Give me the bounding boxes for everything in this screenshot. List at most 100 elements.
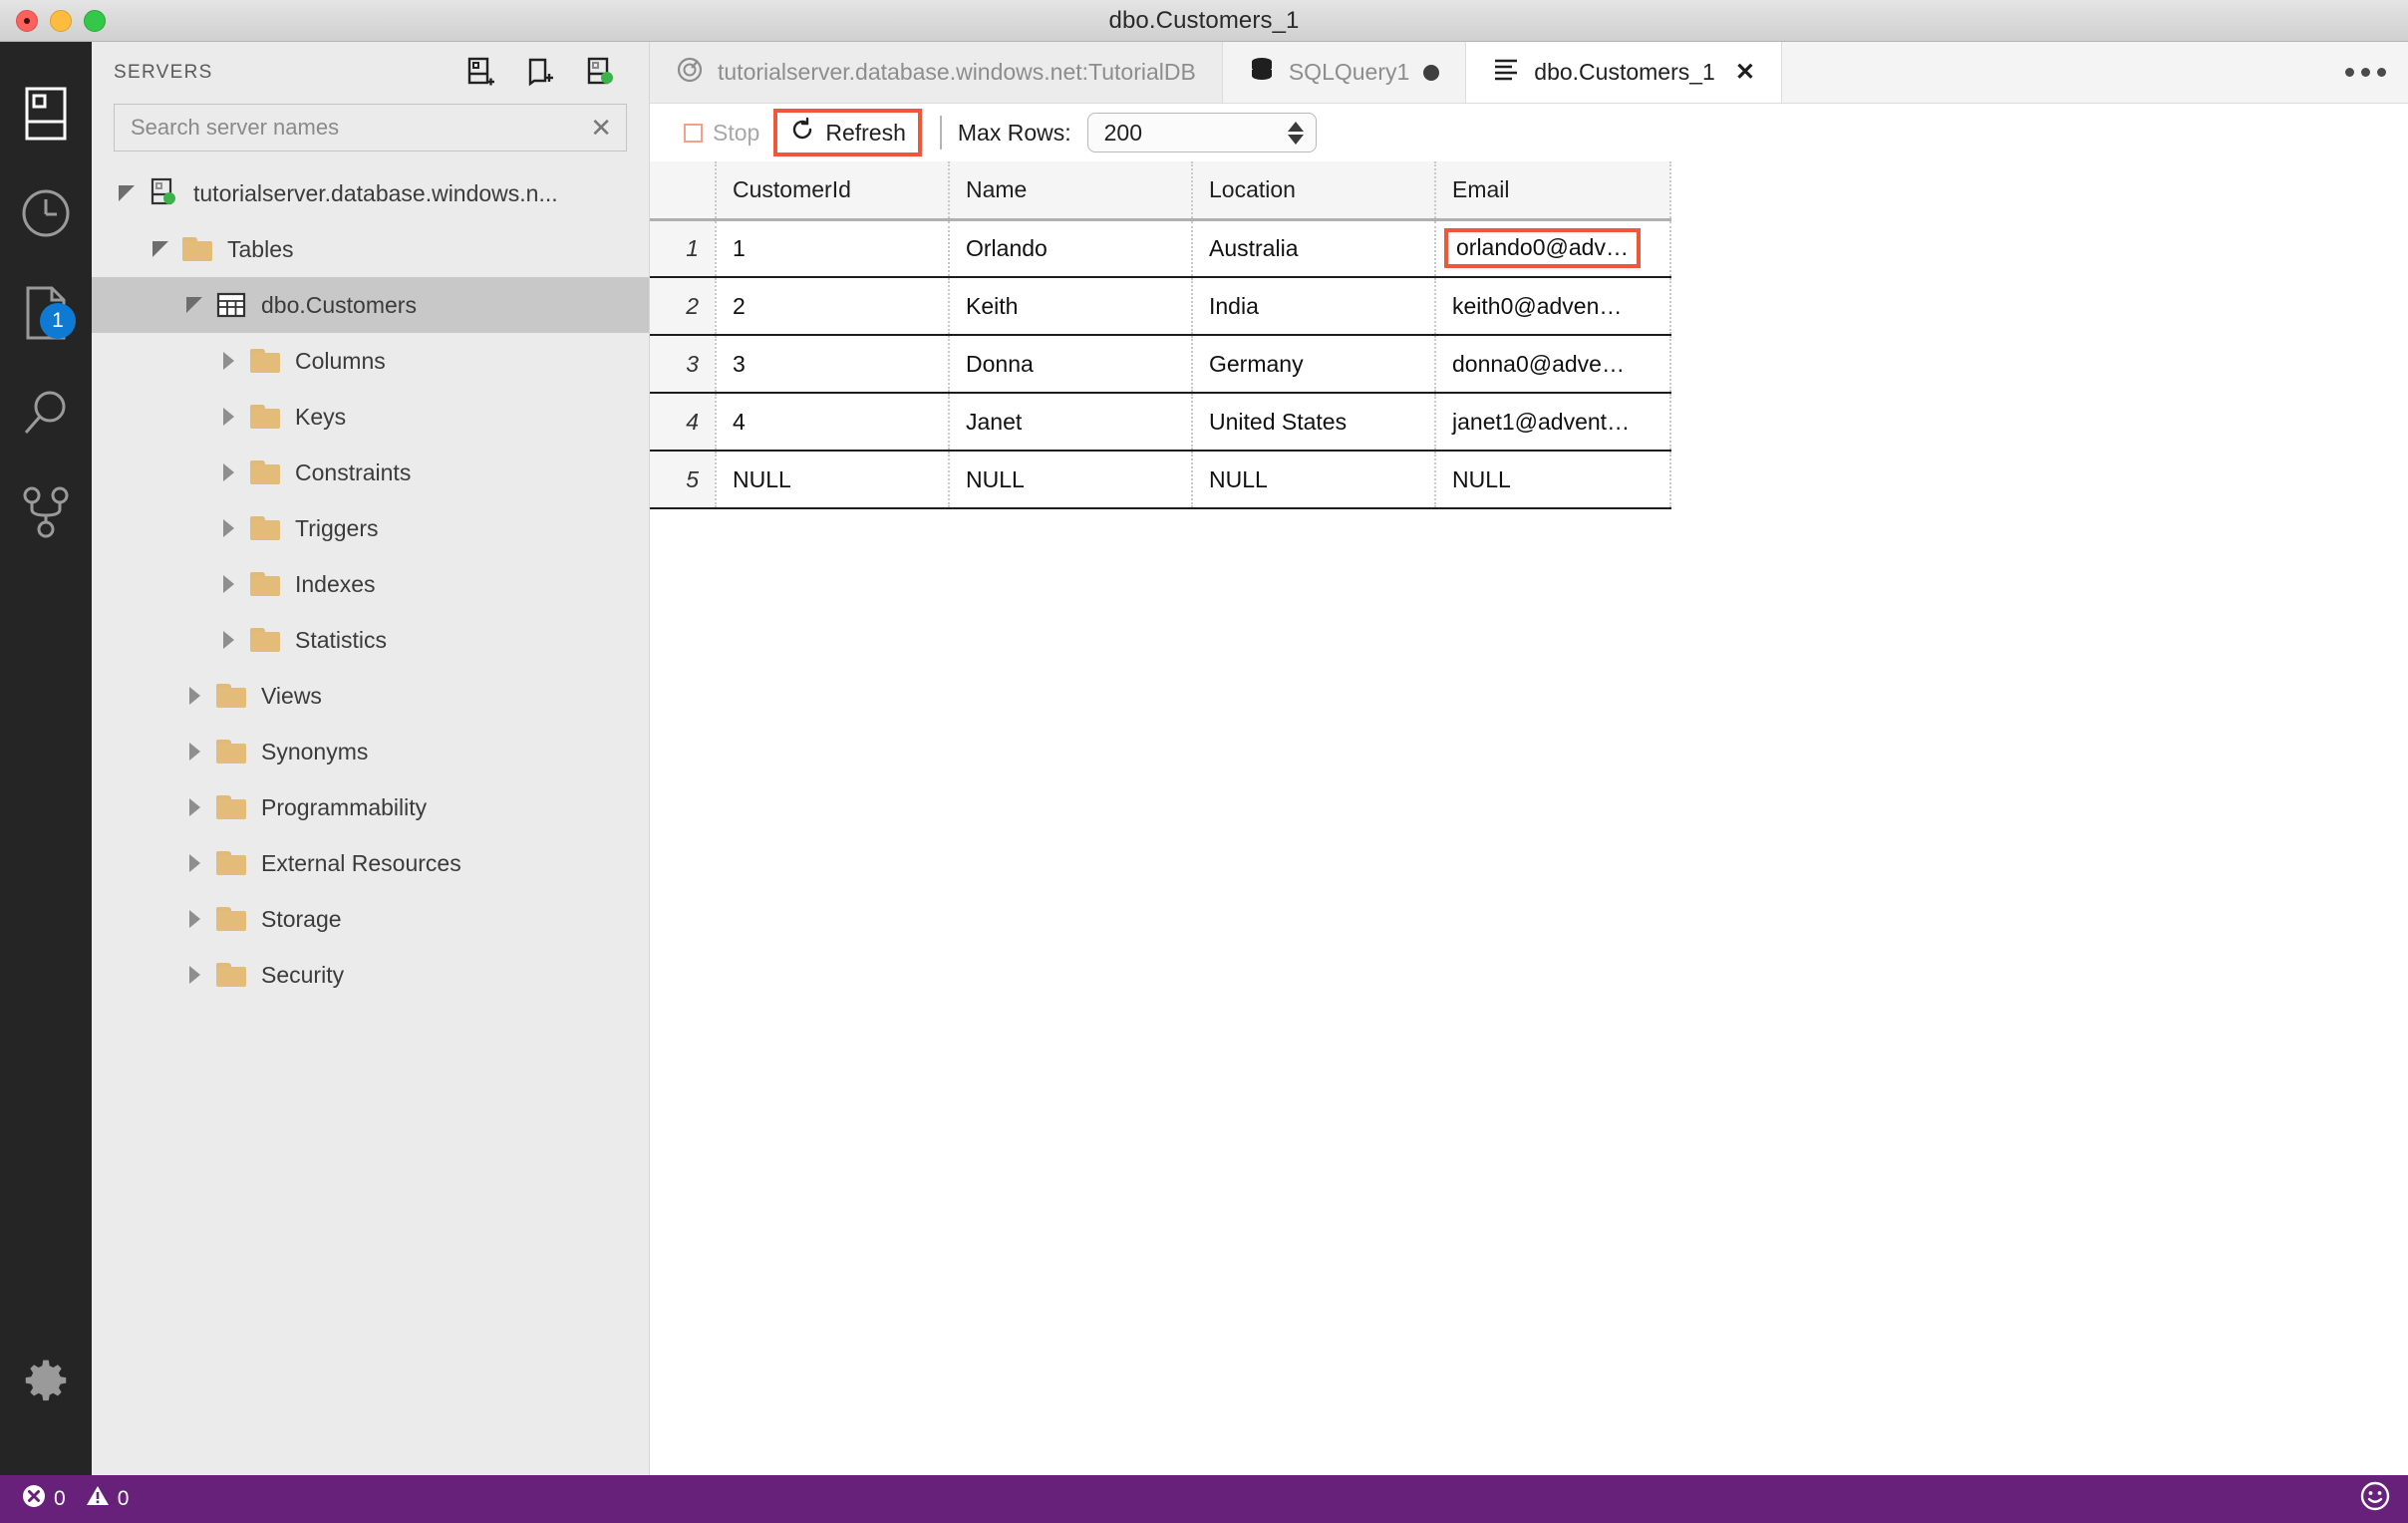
table-row[interactable]: 3 3 Donna Germany donna0@adve… [650, 335, 1671, 394]
chevron-right-icon[interactable] [211, 631, 245, 649]
row-number[interactable]: 4 [650, 393, 717, 452]
tree-item-label: Columns [295, 347, 386, 374]
smiley-icon[interactable] [2360, 1481, 2390, 1517]
tree-item-constraints[interactable]: Constraints [92, 445, 649, 500]
grid-column-header[interactable]: Location [1192, 161, 1436, 221]
new-server-group-icon[interactable] [525, 58, 555, 88]
chevron-right-icon[interactable] [211, 519, 245, 537]
tree-item-triggers[interactable]: Triggers [92, 500, 649, 556]
grid-cell[interactable]: orlando0@adv… [1435, 219, 1671, 278]
more-actions-icon[interactable] [2345, 68, 2386, 77]
clear-search-icon[interactable]: ✕ [582, 115, 612, 141]
tab-dbo-customers-1[interactable]: dbo.Customers_1 ✕ [1466, 42, 1782, 103]
refresh-button[interactable]: Refresh [773, 109, 922, 156]
folder-icon [245, 628, 285, 652]
chevron-down-icon[interactable] [144, 241, 177, 257]
grid-cell[interactable]: 3 [716, 335, 950, 394]
activity-item-history[interactable] [0, 163, 92, 263]
activity-item-source-control[interactable] [0, 462, 92, 562]
tree-item-indexes[interactable]: Indexes [92, 556, 649, 612]
tree-item-programmability[interactable]: Programmability [92, 779, 649, 835]
grid-cell[interactable]: NULL [1192, 451, 1436, 509]
chevron-right-icon[interactable] [211, 408, 245, 426]
row-number[interactable]: 5 [650, 451, 717, 509]
chevron-down-icon[interactable] [177, 297, 211, 313]
activity-item-tasks[interactable]: 1 [0, 263, 92, 363]
chevron-right-icon[interactable] [177, 743, 211, 761]
tree-item-security[interactable]: Security [92, 947, 649, 1003]
tree-item-keys[interactable]: Keys [92, 389, 649, 445]
grid-column-header[interactable]: Email [1435, 161, 1671, 221]
chevron-right-icon[interactable] [177, 687, 211, 705]
chevron-right-icon[interactable] [177, 910, 211, 928]
grid-cell[interactable]: Keith [949, 277, 1193, 336]
tree-item-external-resources[interactable]: External Resources [92, 835, 649, 891]
stop-button[interactable]: Stop [676, 116, 767, 151]
grid-cell[interactable]: NULL [1435, 451, 1671, 509]
grid-cell[interactable]: donna0@adve… [1435, 335, 1671, 394]
tree-item-columns[interactable]: Columns [92, 333, 649, 389]
grid-cell[interactable]: United States [1192, 393, 1436, 452]
folder-icon [245, 516, 285, 540]
tree-item-views[interactable]: Views [92, 668, 649, 724]
stepper-arrows-icon[interactable] [1287, 121, 1304, 145]
table-icon [211, 292, 251, 318]
status-problems[interactable]: 0 0 [14, 1484, 137, 1514]
tree-item-tables[interactable]: Tables [92, 221, 649, 277]
table-row[interactable]: 5 NULL NULL NULL NULL [650, 451, 1671, 509]
row-number[interactable]: 1 [650, 219, 717, 278]
warning-count: 0 [117, 1487, 130, 1510]
chevron-right-icon[interactable] [211, 575, 245, 593]
tree-item-tutorialserver-database-windows-n[interactable]: tutorialserver.database.windows.n... [92, 165, 649, 221]
grid-cell[interactable]: keith0@adven… [1435, 277, 1671, 336]
chevron-right-icon[interactable] [211, 463, 245, 481]
chevron-right-icon[interactable] [177, 854, 211, 872]
table-row[interactable]: 4 4 Janet United States janet1@advent… [650, 393, 1671, 452]
activity-item-search[interactable] [0, 363, 92, 462]
search-input[interactable] [131, 115, 583, 141]
new-connection-icon[interactable] [465, 57, 495, 88]
close-icon[interactable]: ✕ [1735, 58, 1755, 87]
grid-cell[interactable]: Australia [1192, 219, 1436, 278]
grid-column-header[interactable]: CustomerId [716, 161, 950, 221]
chevron-right-icon[interactable] [211, 352, 245, 370]
chevron-right-icon[interactable] [177, 966, 211, 984]
row-number[interactable]: 3 [650, 335, 717, 394]
grid-cell[interactable]: Donna [949, 335, 1193, 394]
activity-item-servers[interactable] [0, 64, 92, 163]
max-rows-stepper[interactable]: 200 [1086, 113, 1317, 152]
grid-column-header[interactable]: Name [949, 161, 1193, 221]
grid-cell[interactable]: NULL [949, 451, 1193, 509]
row-number[interactable]: 2 [650, 277, 717, 336]
servers-tree: tutorialserver.database.windows.n... Tabl… [92, 165, 649, 1475]
grid-cell[interactable]: India [1192, 277, 1436, 336]
tree-item-synonyms[interactable]: Synonyms [92, 724, 649, 779]
tab-sqlquery1[interactable]: SQLQuery1 [1222, 42, 1467, 103]
table-row[interactable]: 2 2 Keith India keith0@adven… [650, 277, 1671, 336]
grid-cell[interactable]: 4 [716, 393, 950, 452]
activity-bottom-group [0, 1330, 92, 1429]
grid-cell[interactable]: Janet [949, 393, 1193, 452]
grid-cell[interactable]: NULL [716, 451, 950, 509]
grid-cell[interactable]: Germany [1192, 335, 1436, 394]
grid-cell[interactable]: janet1@advent… [1435, 393, 1671, 452]
grid-cell[interactable]: 2 [716, 277, 950, 336]
chevron-down-icon[interactable] [110, 185, 144, 201]
search-server-box[interactable]: ✕ [114, 104, 627, 152]
grid-cell[interactable]: Orlando [949, 219, 1193, 278]
chevron-right-icon[interactable] [177, 798, 211, 816]
stop-icon [684, 123, 703, 143]
folder-icon [245, 460, 285, 484]
grid-cell-selected[interactable]: orlando0@adv… [1444, 228, 1641, 269]
source-control-icon [20, 485, 72, 539]
tree-item-dbo-customers[interactable]: dbo.Customers [92, 277, 649, 333]
tree-item-statistics[interactable]: Statistics [92, 612, 649, 668]
results-grid-wrap[interactable]: CustomerId Name Location Email 1 1 Orlando Aus… [650, 161, 2408, 1475]
grid-cell[interactable]: 1 [716, 219, 950, 278]
history-icon [20, 187, 72, 239]
activity-item-manage[interactable] [0, 1330, 92, 1429]
tab-dashboard[interactable]: tutorialserver.database.windows.net:Tuto… [650, 42, 1223, 103]
tree-item-storage[interactable]: Storage [92, 891, 649, 947]
table-row[interactable]: 1 1 Orlando Australia orlando0@adv… [650, 219, 1671, 278]
connected-server-icon[interactable] [585, 57, 615, 88]
